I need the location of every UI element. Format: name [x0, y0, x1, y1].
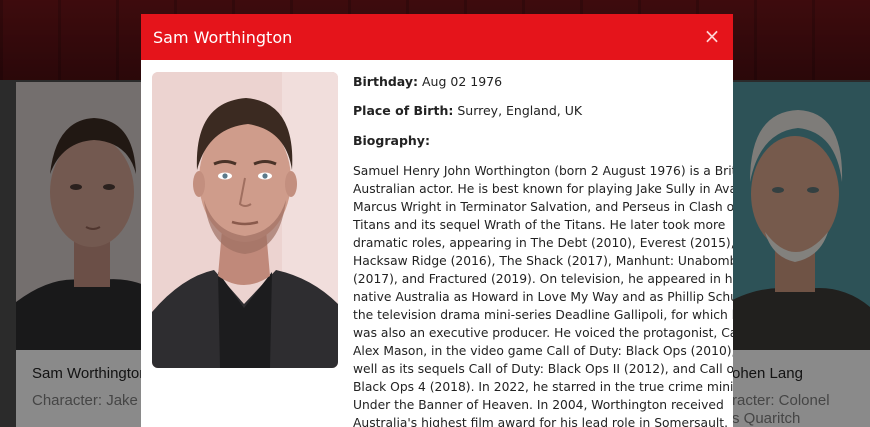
birthplace-value: Surrey, England, UK	[457, 103, 583, 118]
biography-line: Marcus Wright in Terminator Salvation, a…	[353, 200, 733, 214]
biography-line: native Australia as Howard in Love My Wa…	[353, 290, 733, 304]
biography-line: Hacksaw Ridge (2016), The Shack (2017), …	[353, 254, 733, 268]
biography-line: was also an executive producer. He voice…	[353, 326, 733, 340]
biography-line: Australia's highest film award for his l…	[353, 416, 729, 427]
profile-photo	[152, 72, 338, 368]
biography-line: Black Ops 4 (2018). In 2022, he starred …	[353, 380, 733, 394]
birthday-label: Birthday:	[353, 74, 418, 89]
biography-line: well as its sequels Call of Duty: Black …	[353, 362, 733, 376]
modal-title: Sam Worthington	[153, 28, 293, 47]
birthplace-row: Place of Birth: Surrey, England, UK	[353, 102, 582, 120]
close-icon[interactable]: ×	[703, 26, 721, 46]
biography-line: Under the Banner of Heaven. In 2004, Wor…	[353, 398, 724, 412]
person-details-modal: Sam Worthington × Birthday: Aug 02 1976 …	[141, 14, 733, 427]
biography-line: Samuel Henry John Worthington (born 2 Au…	[353, 164, 733, 178]
birthday-value: Aug 02 1976	[421, 74, 503, 89]
biography-line: Alex Mason, in the video game Call of Du…	[353, 344, 733, 358]
biography-line: dramatic roles, appearing in The Debt (2…	[353, 236, 733, 250]
biography-text: Samuel Henry John Worthington (born 2 Au…	[353, 162, 733, 427]
biography-line: the television drama mini-series Deadlin…	[353, 308, 733, 322]
biography-heading: Biography:	[353, 132, 430, 150]
biography-label: Biography:	[353, 133, 430, 148]
birthday-row: Birthday: Aug 02 1976	[353, 73, 502, 91]
biography-line: (2017), and Fractured (2019). On televis…	[353, 272, 733, 286]
portrait-image	[152, 72, 338, 368]
biography-line: Titans and its sequel Wrath of the Titan…	[353, 218, 726, 232]
modal-header: Sam Worthington ×	[141, 14, 733, 60]
biography-line: Australian actor. He is best known for p…	[353, 182, 733, 196]
birthplace-label: Place of Birth:	[353, 103, 454, 118]
